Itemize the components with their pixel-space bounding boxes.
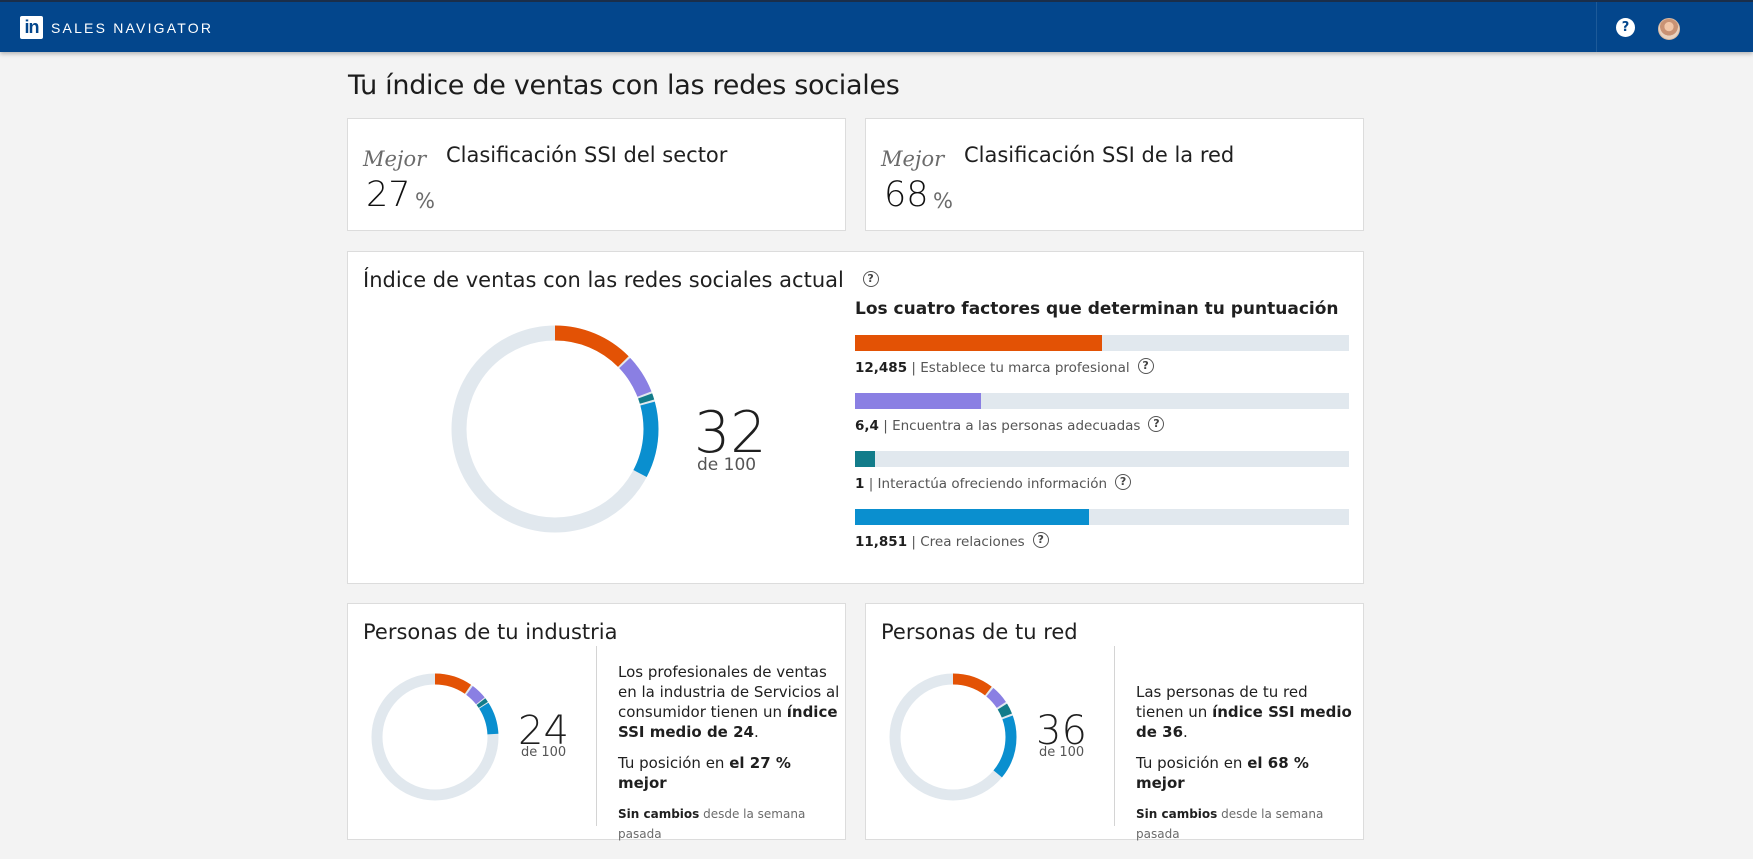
better-label: Mejor	[363, 147, 427, 171]
factor-bar-track	[855, 509, 1349, 525]
industry-title: Personas de tu industria	[363, 620, 618, 644]
factor-bar-fill	[855, 451, 875, 467]
avatar[interactable]	[1658, 18, 1680, 40]
divider	[596, 646, 597, 826]
factor-name: Crea relaciones	[920, 534, 1025, 550]
factor-label: 11,851 | Crea relaciones?	[855, 532, 1349, 550]
help-icon[interactable]: ?	[1616, 18, 1635, 37]
industry-position-text: Tu posición en el 27 % mejor	[618, 754, 791, 792]
network-of: de 100	[1039, 745, 1085, 760]
factor-relationships: 11,851 | Crea relaciones?	[855, 509, 1349, 550]
help-circle-icon[interactable]: ?	[1115, 474, 1132, 490]
industry-donut	[371, 673, 499, 801]
factor-bar-track	[855, 451, 1349, 467]
percent-unit: %	[933, 189, 953, 213]
industry-rank-card: Mejor Clasificación SSI del sector 27 %	[347, 118, 846, 231]
factor-label: 6,4 | Encuentra a las personas adecuadas…	[855, 416, 1349, 434]
industry-description: Los profesionales de ventas en la indust…	[618, 662, 840, 855]
factor-name: Establece tu marca profesional	[920, 360, 1130, 376]
industry-card: Personas de tu industria 24 de 100 Los p…	[347, 603, 846, 841]
network-position-text: Tu posición en el 68 % mejor	[1136, 754, 1309, 792]
industry-of: de 100	[521, 745, 567, 760]
network-donut	[889, 673, 1017, 801]
current-ssi-card: Índice de ventas con las redes sociales …	[347, 251, 1364, 584]
factor-bar-fill	[855, 335, 1102, 351]
factor-value: 11,851	[855, 534, 908, 550]
industry-change-text: Sin cambios desde la semana pasada	[618, 807, 806, 841]
current-ssi-title-text: Índice de ventas con las redes sociales …	[363, 268, 844, 292]
brand-name: SALES NAVIGATOR	[51, 19, 214, 36]
network-description: Las personas de tu red tienen un índice …	[1136, 682, 1358, 855]
help-circle-icon[interactable]: ?	[1032, 532, 1049, 548]
network-rank-value: 68	[884, 175, 929, 215]
factor-value: 6,4	[855, 418, 879, 434]
help-circle-icon[interactable]: ?	[862, 271, 879, 287]
help-circle-icon[interactable]: ?	[1148, 416, 1165, 432]
factor-people: 6,4 | Encuentra a las personas adecuadas…	[855, 393, 1349, 434]
industry-rank-value: 27	[366, 175, 411, 215]
factor-value: 12,485	[855, 360, 908, 376]
factor-label: 1 | Interactúa ofreciendo información?	[855, 474, 1349, 492]
linkedin-logo-icon: in	[20, 16, 43, 39]
current-ssi-donut	[451, 325, 659, 533]
network-card: Personas de tu red 36 de 100 Las persona…	[865, 603, 1364, 841]
help-circle-icon[interactable]: ?	[1137, 358, 1154, 374]
network-title: Personas de tu red	[881, 620, 1078, 644]
factors-title: Los cuatro factores que determinan tu pu…	[855, 299, 1339, 319]
brand[interactable]: in SALES NAVIGATOR	[20, 16, 213, 39]
network-average-text: Las personas de tu red tienen un índice …	[1136, 683, 1352, 741]
factor-bar-track	[855, 335, 1349, 351]
factor-bar-fill	[855, 509, 1090, 525]
factor-insights: 1 | Interactúa ofreciendo información?	[855, 451, 1349, 492]
factor-brand: 12,485 | Establece tu marca profesional?	[855, 335, 1349, 376]
page-title: Tu índice de ventas con las redes social…	[348, 70, 900, 101]
factor-bar-fill	[855, 393, 982, 409]
factor-name: Encuentra a las personas adecuadas	[892, 418, 1141, 434]
industry-rank-title: Clasificación SSI del sector	[446, 143, 728, 167]
nav-divider	[1596, 2, 1597, 52]
factor-name: Interactúa ofreciendo información	[877, 476, 1108, 492]
current-ssi-title: Índice de ventas con las redes sociales …	[363, 268, 879, 292]
network-rank-title: Clasificación SSI de la red	[964, 143, 1235, 167]
industry-average-text: Los profesionales de ventas en la indust…	[618, 663, 840, 741]
network-rank-card: Mejor Clasificación SSI de la red 68 %	[865, 118, 1364, 231]
factor-value: 1	[855, 476, 865, 492]
divider	[1114, 646, 1115, 826]
network-change-text: Sin cambios desde la semana pasada	[1136, 807, 1324, 841]
factor-label: 12,485 | Establece tu marca profesional?	[855, 358, 1349, 376]
current-ssi-of: de 100	[697, 455, 757, 475]
top-navigation-bar: in SALES NAVIGATOR ?	[0, 0, 1753, 52]
better-label: Mejor	[881, 147, 945, 171]
percent-unit: %	[415, 189, 435, 213]
factor-bar-track	[855, 393, 1349, 409]
